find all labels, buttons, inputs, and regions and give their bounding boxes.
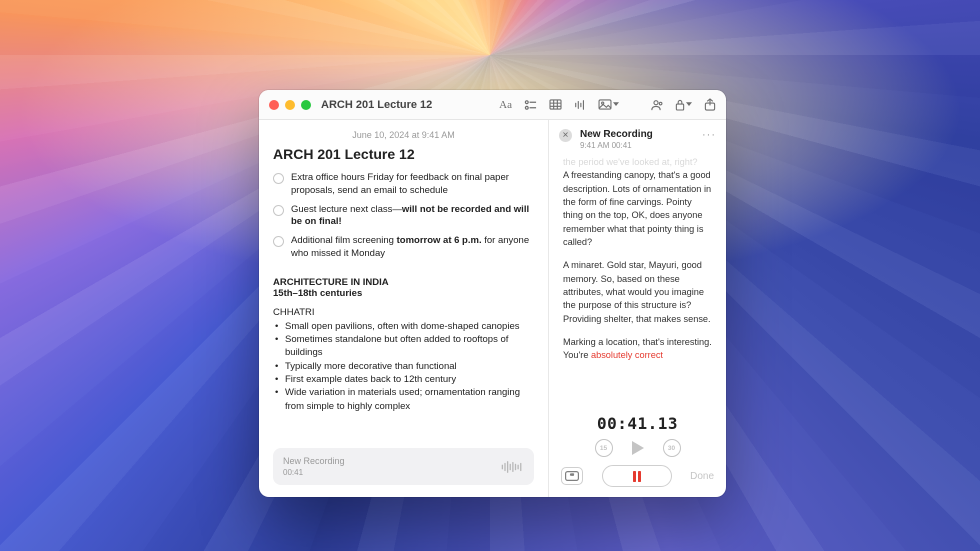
titlebar: ARCH 201 Lecture 12 Aa	[259, 90, 726, 120]
recording-attachment-duration: 00:41	[283, 468, 345, 477]
skip-back-button[interactable]	[595, 439, 613, 457]
checklist-text[interactable]: Additional film screening tomorrow at 6 …	[291, 235, 534, 261]
checkbox-icon[interactable]	[273, 205, 284, 216]
traffic-lights	[269, 100, 311, 110]
checklist-item[interactable]: Extra office hours Friday for feedback o…	[273, 172, 534, 198]
transcript-toggle-button[interactable]: “”	[561, 467, 583, 485]
transcript-paragraph: Marking a location, that's interesting. …	[563, 336, 712, 363]
lock-icon[interactable]	[675, 99, 692, 111]
checklist-text[interactable]: Guest lecture next class—will not be rec…	[291, 204, 534, 230]
list-item[interactable]: Small open pavilions, often with dome-sh…	[285, 320, 534, 333]
play-button[interactable]	[631, 440, 645, 456]
media-icon[interactable]	[598, 99, 619, 110]
notes-window: ARCH 201 Lecture 12 Aa June 10, 2024 at …	[259, 90, 726, 497]
bullet-list[interactable]: Small open pavilions, often with dome-sh…	[273, 320, 534, 413]
note-title[interactable]: ARCH 201 Lecture 12	[273, 146, 534, 162]
note-date: June 10, 2024 at 9:41 AM	[273, 130, 534, 140]
waveform-icon	[500, 460, 524, 474]
list-item[interactable]: First example dates back to 12th century	[285, 373, 534, 386]
more-options-button[interactable]: ···	[702, 129, 716, 141]
transcript-paragraph: A minaret. Gold star, Mayuri, good memor…	[563, 259, 712, 326]
list-item[interactable]: Typically more decorative than functiona…	[285, 360, 534, 373]
audio-icon[interactable]	[574, 99, 586, 111]
elapsed-time: 00:41.13	[549, 414, 726, 433]
close-panel-button[interactable]: ✕	[559, 129, 572, 142]
checklist-icon[interactable]	[524, 99, 537, 111]
transcript-paragraph: A freestanding canopy, that's a good des…	[563, 169, 712, 249]
live-transcription-text: absolutely correct	[591, 350, 663, 360]
list-item[interactable]: Sometimes standalone but often added to …	[285, 333, 534, 360]
svg-text:“”: “”	[570, 474, 574, 480]
recording-subtitle: 9:41 AM 00:41	[580, 141, 694, 150]
transcript-faded-line: the period we've looked at, right?	[563, 156, 712, 169]
recording-title: New Recording	[580, 129, 694, 140]
window-title: ARCH 201 Lecture 12	[321, 99, 432, 111]
toolbar-icons: Aa	[499, 98, 716, 111]
pause-record-button[interactable]	[602, 465, 672, 487]
recording-panel: ✕ New Recording 9:41 AM 00:41 ··· the pe…	[548, 120, 726, 497]
note-content-pane: June 10, 2024 at 9:41 AM ARCH 201 Lectur…	[259, 120, 548, 497]
checklist-item[interactable]: Additional film screening tomorrow at 6 …	[273, 235, 534, 261]
list-item[interactable]: Wide variation in materials used; orname…	[285, 386, 534, 413]
transport-controls	[549, 439, 726, 457]
recording-attachment[interactable]: New Recording 00:41	[273, 448, 534, 485]
section-heading[interactable]: ARCHITECTURE IN INDIA	[273, 277, 534, 288]
collaborate-icon[interactable]	[649, 99, 663, 111]
format-icon[interactable]: Aa	[499, 99, 512, 111]
section-subheading[interactable]: 15th–18th centuries	[273, 288, 534, 299]
checklist-item[interactable]: Guest lecture next class—will not be rec…	[273, 204, 534, 230]
transcript-area[interactable]: the period we've looked at, right? A fre…	[549, 156, 726, 412]
close-window-button[interactable]	[269, 100, 279, 110]
skip-forward-button[interactable]	[663, 439, 681, 457]
checkbox-icon[interactable]	[273, 236, 284, 247]
minimize-window-button[interactable]	[285, 100, 295, 110]
list-heading[interactable]: CHHATRI	[273, 307, 534, 318]
share-icon[interactable]	[704, 98, 716, 111]
checklist-text[interactable]: Extra office hours Friday for feedback o…	[291, 172, 534, 198]
recording-attachment-title: New Recording	[283, 456, 345, 466]
done-button[interactable]: Done	[690, 471, 714, 482]
checkbox-icon[interactable]	[273, 173, 284, 184]
zoom-window-button[interactable]	[301, 100, 311, 110]
table-icon[interactable]	[549, 99, 562, 110]
